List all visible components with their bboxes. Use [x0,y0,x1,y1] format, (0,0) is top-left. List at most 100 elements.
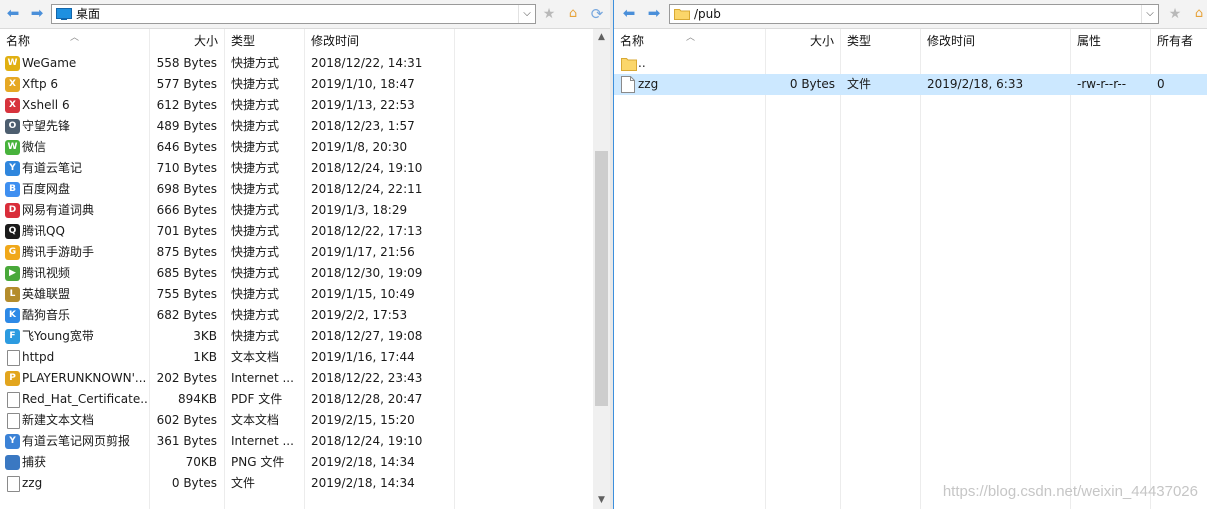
chevron-down-icon[interactable]: ⌵ [518,5,535,23]
file-name: 有道云笔记 [22,161,83,175]
pubg-icon: P [5,371,20,386]
table-row[interactable]: P PLAYERUNKNOWN'... 202 Bytes Internet ... 2… [0,368,593,389]
sort-up-icon: ︿ [686,33,696,43]
column-owner[interactable]: 所有者 [1151,29,1207,53]
column-type[interactable]: 类型 [225,29,305,53]
table-row[interactable]: F 飞Young宽带 3KB 快捷方式 2018/12/27, 19:08 [0,326,593,347]
forward-arrow-icon[interactable]: ➡ [646,5,662,21]
column-name[interactable]: 名称 ︿ [0,29,150,53]
file-attributes: -rw-r--r-- [1077,77,1127,91]
file-type: 快捷方式 [231,77,280,91]
scroll-down-icon[interactable]: ▼ [593,492,610,509]
pdf-file-icon [7,392,20,408]
table-row[interactable]: ▶ 腾讯视频 685 Bytes 快捷方式 2018/12/30, 19:09 [0,263,593,284]
table-row[interactable]: K 酷狗音乐 682 Bytes 快捷方式 2019/2/2, 17:53 [0,305,593,326]
table-row[interactable]: X Xftp 6 577 Bytes 快捷方式 2019/1/10, 18:47 [0,74,593,95]
file-owner: 0 [1157,77,1165,91]
file-size: 875 Bytes [156,245,217,259]
file-name: Red_Hat_Certificate... [22,392,148,406]
file-name: 腾讯视频 [22,266,71,280]
table-row[interactable]: Red_Hat_Certificate... 894KB PDF 文件 2018/12… [0,389,593,410]
file-name: httpd [22,350,55,364]
file-type: 文件 [231,476,256,490]
column-type[interactable]: 类型 [841,29,921,53]
local-address-bar[interactable]: 桌面 ⌵ [51,4,536,24]
table-row[interactable]: httpd 1KB 文本文档 2019/1/16, 17:44 [0,347,593,368]
refresh-icon[interactable]: ⟳ [588,5,606,23]
file-size: 701 Bytes [156,224,217,238]
overwatch-icon: O [5,119,20,134]
wegame-icon: W [5,56,20,71]
file-type: 快捷方式 [231,266,280,280]
file-modified: 2018/12/22, 17:13 [311,224,423,238]
remote-file-pane: ⬅ ➡ /pub ⌵ ★ ⌂ 名称 ︿ 大小 类型 修改时间 属性 所有者 .. … [613,0,1207,509]
folder-icon [674,9,690,20]
file-type: 快捷方式 [231,329,280,343]
file-modified: 2019/1/13, 22:53 [311,98,415,112]
file-type: 快捷方式 [231,182,280,196]
table-row[interactable]: 捕获 70KB PNG 文件 2019/2/18, 14:34 [0,452,593,473]
table-row[interactable]: X Xshell 6 612 Bytes 快捷方式 2019/1/13, 22:53 [0,95,593,116]
table-row[interactable]: O 守望先锋 489 Bytes 快捷方式 2018/12/23, 1:57 [0,116,593,137]
file-size: 602 Bytes [156,413,217,427]
remote-toolbar: ⬅ ➡ /pub ⌵ ★ ⌂ [614,0,1207,29]
home-icon[interactable]: ⌂ [564,5,582,23]
column-modified[interactable]: 修改时间 [921,29,1071,53]
remote-address-bar[interactable]: /pub ⌵ [669,4,1159,24]
internet-shortcut-icon: Y [5,434,20,449]
file-name: 英雄联盟 [22,287,71,301]
file-name: 微信 [22,140,47,154]
file-size: 894KB [177,392,217,406]
file-size: 0 Bytes [171,476,217,490]
table-row[interactable]: Q 腾讯QQ 701 Bytes 快捷方式 2018/12/22, 17:13 [0,221,593,242]
column-name[interactable]: 名称 ︿ [614,29,766,53]
parent-directory-row[interactable]: .. [614,53,1207,74]
file-type: 文本文档 [231,350,280,364]
file-type: 快捷方式 [231,140,280,154]
table-row[interactable]: D 网易有道词典 666 Bytes 快捷方式 2019/1/3, 18:29 [0,200,593,221]
file-name: 腾讯QQ [22,224,65,238]
column-size[interactable]: 大小 [766,29,841,53]
bookmark-star-icon[interactable]: ★ [540,5,558,23]
table-row[interactable]: G 腾讯手游助手 875 Bytes 快捷方式 2019/1/17, 21:56 [0,242,593,263]
file-size: 682 Bytes [156,308,217,322]
file-name: 新建文本文档 [22,413,95,427]
file-size: 0 Bytes [789,77,835,91]
file-size: 685 Bytes [156,266,217,280]
column-size[interactable]: 大小 [150,29,225,53]
scrollbar-thumb[interactable] [595,151,608,406]
file-type: 文件 [847,77,872,91]
png-file-icon [5,455,20,470]
table-row[interactable]: 新建文本文档 602 Bytes 文本文档 2019/2/15, 15:20 [0,410,593,431]
table-row[interactable]: zzg 0 Bytes 文件 2019/2/18, 6:33 -rw-r--r-… [614,74,1207,95]
table-row[interactable]: B 百度网盘 698 Bytes 快捷方式 2018/12/24, 22:11 [0,179,593,200]
local-scrollbar[interactable]: ▲ ▼ [593,29,610,509]
table-row[interactable]: L 英雄联盟 755 Bytes 快捷方式 2019/1/15, 10:49 [0,284,593,305]
file-modified: 2019/2/18, 14:34 [311,455,415,469]
column-modified[interactable]: 修改时间 [305,29,455,53]
file-size: 361 Bytes [156,434,217,448]
back-arrow-icon[interactable]: ⬅ [5,5,21,21]
home-icon[interactable]: ⌂ [1190,5,1207,23]
forward-arrow-icon[interactable]: ➡ [29,5,45,21]
table-row[interactable]: W WeGame 558 Bytes 快捷方式 2018/12/22, 14:31 [0,53,593,74]
bookmark-star-icon[interactable]: ★ [1166,5,1184,23]
scroll-up-icon[interactable]: ▲ [593,29,610,46]
local-toolbar: ⬅ ➡ 桌面 ⌵ ★ ⌂ ⟳ [0,0,610,29]
file-size: 3KB [193,329,217,343]
tencent-video-icon: ▶ [5,266,20,281]
back-arrow-icon[interactable]: ⬅ [621,5,637,21]
parent-directory-label: .. [638,56,646,70]
table-row[interactable]: W 微信 646 Bytes 快捷方式 2019/1/8, 20:30 [0,137,593,158]
table-row[interactable]: Y 有道云笔记网页剪报 361 Bytes Internet ... 2018/12/2… [0,431,593,452]
file-name: 有道云笔记网页剪报 [22,434,131,448]
file-modified: 2019/1/3, 18:29 [311,203,408,217]
file-modified: 2018/12/27, 19:08 [311,329,423,343]
table-row[interactable]: Y 有道云笔记 710 Bytes 快捷方式 2018/12/24, 19:10 [0,158,593,179]
table-row[interactable]: zzg 0 Bytes 文件 2019/2/18, 14:34 [0,473,593,494]
chevron-down-icon[interactable]: ⌵ [1141,5,1158,23]
column-attributes[interactable]: 属性 [1071,29,1151,53]
desktop-icon [56,8,72,20]
file-modified: 2018/12/22, 23:43 [311,371,423,385]
file-type: Internet ... [231,434,294,448]
